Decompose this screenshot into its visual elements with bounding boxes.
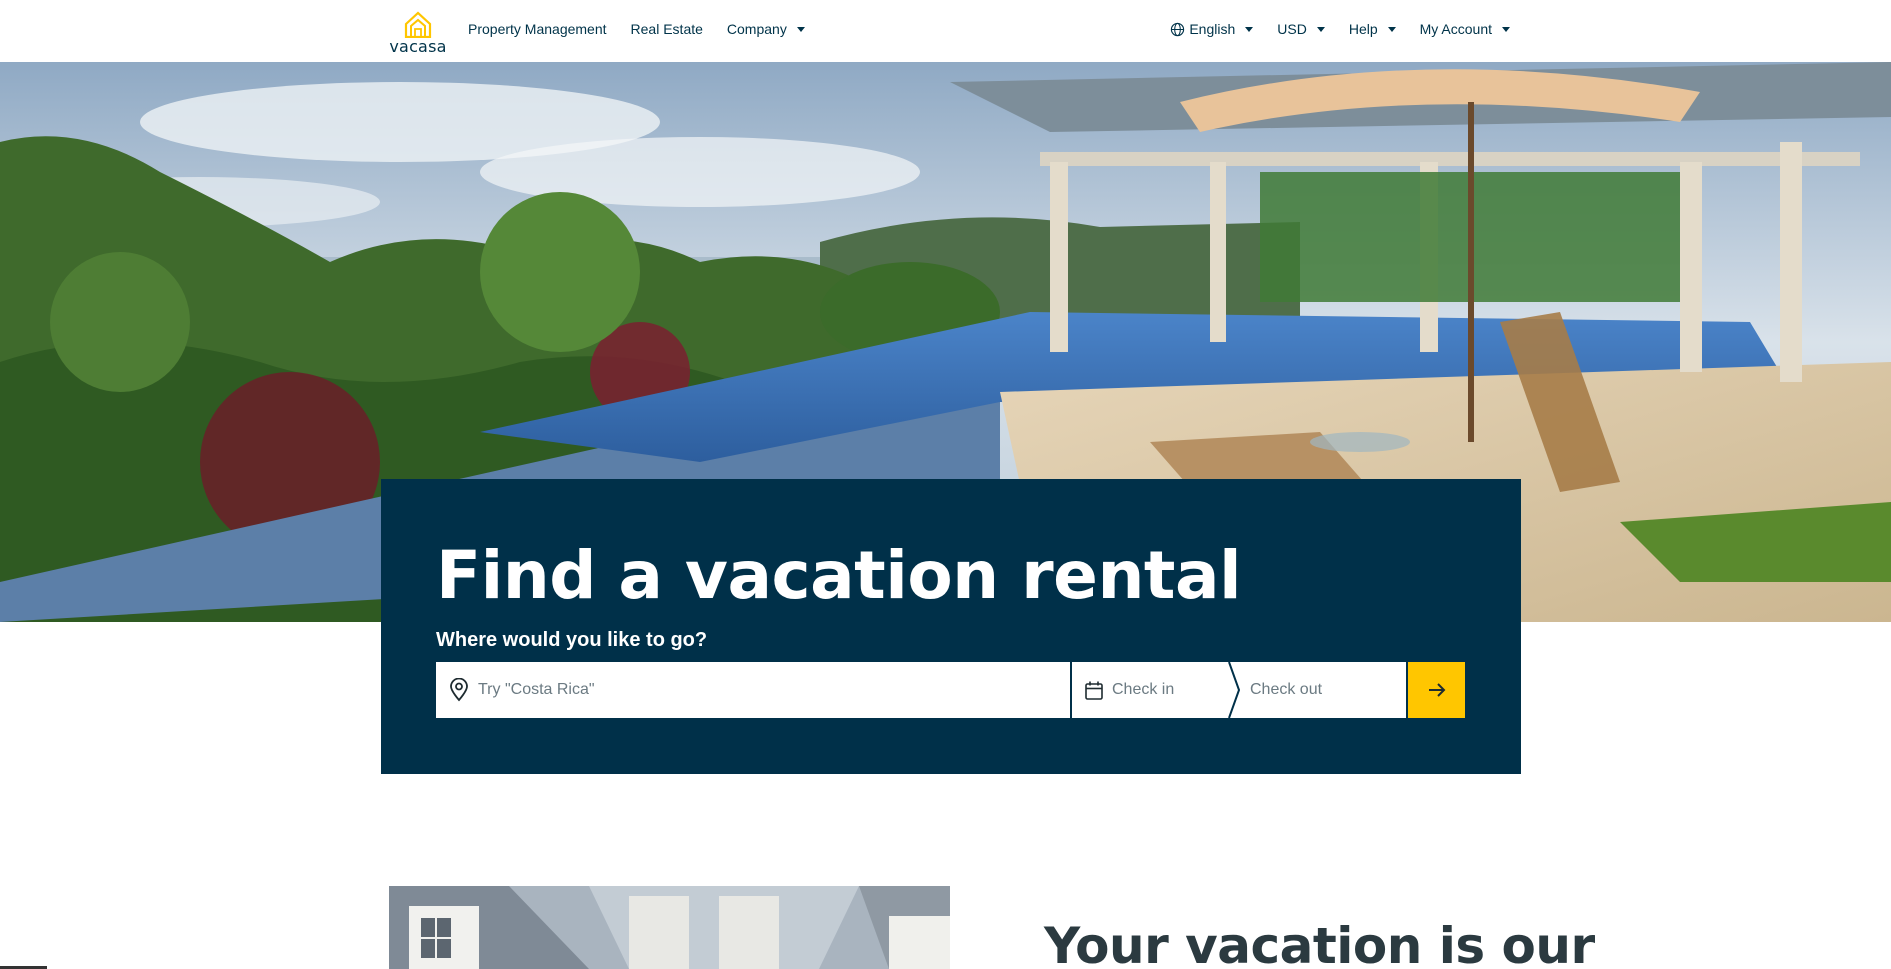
house-exterior-image: [389, 886, 950, 969]
destination-input[interactable]: [478, 681, 1038, 699]
search-submit-button[interactable]: [1408, 662, 1465, 718]
nav-label: Company: [726, 21, 787, 37]
check-out-field[interactable]: Check out: [1230, 681, 1322, 699]
date-divider-chevron: [1228, 662, 1241, 718]
date-range-picker[interactable]: Check in Check out: [1072, 662, 1406, 718]
calendar-icon: [1085, 681, 1103, 700]
my-account-menu[interactable]: My Account: [1420, 21, 1510, 37]
page-title: Find a vacation rental: [436, 537, 1242, 614]
nav-real-estate[interactable]: Real Estate: [631, 21, 703, 37]
utility-nav: English USD Help My Account: [1170, 21, 1510, 37]
account-label: My Account: [1419, 21, 1492, 37]
nav-label: Real Estate: [630, 21, 703, 37]
help-menu[interactable]: Help: [1349, 21, 1396, 37]
search-panel: Find a vacation rental Where would you l…: [381, 479, 1521, 774]
nav-property-management[interactable]: Property Management: [468, 21, 607, 37]
chevron-down-icon: [1387, 26, 1396, 32]
destination-field[interactable]: [436, 662, 1070, 718]
currency-selector[interactable]: USD: [1277, 21, 1325, 37]
chevron-down-icon: [1316, 26, 1325, 32]
nav-company[interactable]: Company: [727, 21, 805, 37]
language-selector[interactable]: English: [1170, 21, 1254, 37]
arrow-right-icon: [1428, 683, 1445, 697]
globe-icon: [1171, 22, 1185, 36]
site-header: vacasa Property Management Real Estate C…: [0, 0, 1891, 62]
section-heading: Your vacation is our: [1044, 917, 1595, 969]
chevron-down-icon: [1245, 26, 1254, 32]
logo-wordmark: vacasa: [389, 37, 447, 56]
chevron-down-icon: [1502, 26, 1510, 32]
map-pin-icon: [450, 678, 468, 702]
currency-label: USD: [1277, 21, 1307, 37]
help-label: Help: [1348, 21, 1378, 37]
vacasa-logo[interactable]: vacasa: [389, 10, 447, 56]
house-logo-icon: [404, 11, 432, 38]
nav-label: Property Management: [468, 21, 607, 37]
primary-nav: Property Management Real Estate Company: [468, 21, 805, 37]
search-form: Check in Check out: [436, 662, 1465, 718]
chevron-down-icon: [796, 26, 805, 32]
check-in-field[interactable]: Check in: [1072, 680, 1230, 701]
check-in-label: Check in: [1112, 681, 1175, 698]
language-label: English: [1189, 21, 1236, 37]
house-exterior-illustration: [389, 886, 950, 969]
search-subtitle: Where would you like to go?: [436, 629, 708, 651]
check-out-label: Check out: [1250, 681, 1323, 698]
